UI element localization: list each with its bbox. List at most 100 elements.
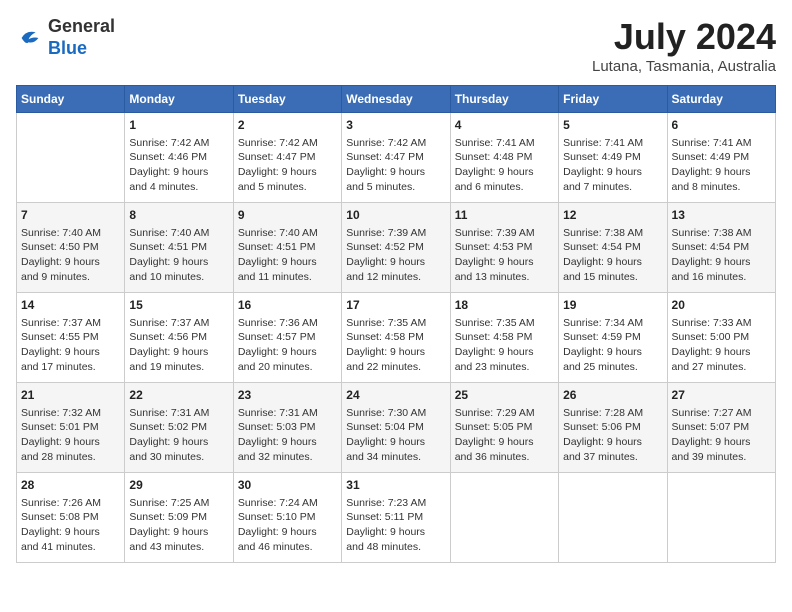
calendar-header: SundayMondayTuesdayWednesdayThursdayFrid… <box>17 86 776 113</box>
header-cell-tuesday: Tuesday <box>233 86 341 113</box>
calendar-cell: 26Sunrise: 7:28 AM Sunset: 5:06 PM Dayli… <box>559 383 667 473</box>
calendar-cell: 5 Sunrise: 7:41 AM Sunset: 4:49 PM Daylig… <box>559 113 667 203</box>
week-row-4: 21 Sunrise: 7:32 AM Sunset: 5:01 PM Dayli… <box>17 383 776 473</box>
day-info: Sunrise: 7:30 AM Sunset: 5:04 PM Dayligh… <box>346 406 445 465</box>
calendar-cell: 7 Sunrise: 7:40 AM Sunset: 4:50 PM Daylig… <box>17 203 125 293</box>
day-number: 23 <box>238 387 337 404</box>
calendar-cell: 9 Sunrise: 7:40 AM Sunset: 4:51 PM Daylig… <box>233 203 341 293</box>
calendar-cell: 22 Sunrise: 7:31 AM Sunset: 5:02 PM Dayli… <box>125 383 233 473</box>
day-info: Sunrise: 7:39 AM Sunset: 4:53 PM Dayligh… <box>455 226 554 285</box>
calendar-cell: 4Sunrise: 7:41 AM Sunset: 4:48 PM Daylig… <box>450 113 558 203</box>
day-number: 18 <box>455 297 554 314</box>
week-row-2: 7 Sunrise: 7:40 AM Sunset: 4:50 PM Daylig… <box>17 203 776 293</box>
calendar-cell: 21 Sunrise: 7:32 AM Sunset: 5:01 PM Dayli… <box>17 383 125 473</box>
day-number: 7 <box>21 207 120 224</box>
day-info: Sunrise: 7:38 AM Sunset: 4:54 PM Dayligh… <box>563 226 662 285</box>
day-info: Sunrise: 7:35 AM Sunset: 4:58 PM Dayligh… <box>346 316 445 375</box>
day-info: Sunrise: 7:40 AM Sunset: 4:50 PM Dayligh… <box>21 226 120 285</box>
day-info: Sunrise: 7:42 AM Sunset: 4:47 PM Dayligh… <box>346 136 445 195</box>
page-header: General Blue July 2024 Lutana, Tasmania,… <box>16 16 776 75</box>
header-cell-sunday: Sunday <box>17 86 125 113</box>
day-number: 19 <box>563 297 662 314</box>
day-info: Sunrise: 7:34 AM Sunset: 4:59 PM Dayligh… <box>563 316 662 375</box>
day-number: 8 <box>129 207 228 224</box>
day-number: 30 <box>238 477 337 494</box>
header-cell-saturday: Saturday <box>667 86 775 113</box>
day-number: 24 <box>346 387 445 404</box>
logo-blue: Blue <box>48 38 87 58</box>
day-number: 17 <box>346 297 445 314</box>
calendar-cell <box>17 113 125 203</box>
day-info: Sunrise: 7:35 AM Sunset: 4:58 PM Dayligh… <box>455 316 554 375</box>
calendar-cell: 29 Sunrise: 7:25 AM Sunset: 5:09 PM Dayli… <box>125 473 233 563</box>
calendar-cell: 19 Sunrise: 7:34 AM Sunset: 4:59 PM Dayli… <box>559 293 667 383</box>
day-info: Sunrise: 7:23 AM Sunset: 5:11 PM Dayligh… <box>346 496 445 555</box>
day-number: 29 <box>129 477 228 494</box>
calendar-cell: 31 Sunrise: 7:23 AM Sunset: 5:11 PM Dayli… <box>342 473 450 563</box>
calendar-cell: 13 Sunrise: 7:38 AM Sunset: 4:54 PM Dayli… <box>667 203 775 293</box>
calendar-cell: 1 Sunrise: 7:42 AM Sunset: 4:46 PM Daylig… <box>125 113 233 203</box>
day-info: Sunrise: 7:27 AM Sunset: 5:07 PM Dayligh… <box>672 406 771 465</box>
calendar-cell <box>450 473 558 563</box>
day-info: Sunrise: 7:41 AM Sunset: 4:49 PM Dayligh… <box>563 136 662 195</box>
day-info: Sunrise: 7:24 AM Sunset: 5:10 PM Dayligh… <box>238 496 337 555</box>
calendar-cell: 24 Sunrise: 7:30 AM Sunset: 5:04 PM Dayli… <box>342 383 450 473</box>
day-number: 13 <box>672 207 771 224</box>
header-cell-wednesday: Wednesday <box>342 86 450 113</box>
day-number: 1 <box>129 117 228 134</box>
calendar-cell: 2Sunrise: 7:42 AM Sunset: 4:47 PM Daylig… <box>233 113 341 203</box>
location: Lutana, Tasmania, Australia <box>592 58 776 75</box>
day-number: 28 <box>21 477 120 494</box>
calendar-cell: 18 Sunrise: 7:35 AM Sunset: 4:58 PM Dayli… <box>450 293 558 383</box>
week-row-5: 28Sunrise: 7:26 AM Sunset: 5:08 PM Dayli… <box>17 473 776 563</box>
day-info: Sunrise: 7:25 AM Sunset: 5:09 PM Dayligh… <box>129 496 228 555</box>
day-number: 21 <box>21 387 120 404</box>
day-info: Sunrise: 7:29 AM Sunset: 5:05 PM Dayligh… <box>455 406 554 465</box>
day-number: 4 <box>455 117 554 134</box>
day-number: 6 <box>672 117 771 134</box>
day-info: Sunrise: 7:33 AM Sunset: 5:00 PM Dayligh… <box>672 316 771 375</box>
logo-bird-icon <box>16 24 44 52</box>
day-info: Sunrise: 7:28 AM Sunset: 5:06 PM Dayligh… <box>563 406 662 465</box>
calendar-cell <box>667 473 775 563</box>
week-row-3: 14Sunrise: 7:37 AM Sunset: 4:55 PM Dayli… <box>17 293 776 383</box>
day-info: Sunrise: 7:41 AM Sunset: 4:49 PM Dayligh… <box>672 136 771 195</box>
day-info: Sunrise: 7:38 AM Sunset: 4:54 PM Dayligh… <box>672 226 771 285</box>
day-info: Sunrise: 7:39 AM Sunset: 4:52 PM Dayligh… <box>346 226 445 285</box>
calendar-cell: 15Sunrise: 7:37 AM Sunset: 4:56 PM Dayli… <box>125 293 233 383</box>
day-number: 5 <box>563 117 662 134</box>
calendar-cell <box>559 473 667 563</box>
day-number: 20 <box>672 297 771 314</box>
day-number: 22 <box>129 387 228 404</box>
day-number: 31 <box>346 477 445 494</box>
day-info: Sunrise: 7:31 AM Sunset: 5:02 PM Dayligh… <box>129 406 228 465</box>
month-title: July 2024 <box>592 16 776 58</box>
calendar-cell: 25 Sunrise: 7:29 AM Sunset: 5:05 PM Dayli… <box>450 383 558 473</box>
day-info: Sunrise: 7:42 AM Sunset: 4:46 PM Dayligh… <box>129 136 228 195</box>
week-row-1: 1 Sunrise: 7:42 AM Sunset: 4:46 PM Daylig… <box>17 113 776 203</box>
day-number: 12 <box>563 207 662 224</box>
day-info: Sunrise: 7:32 AM Sunset: 5:01 PM Dayligh… <box>21 406 120 465</box>
calendar-cell: 17 Sunrise: 7:35 AM Sunset: 4:58 PM Dayli… <box>342 293 450 383</box>
calendar-table: SundayMondayTuesdayWednesdayThursdayFrid… <box>16 85 776 563</box>
day-info: Sunrise: 7:40 AM Sunset: 4:51 PM Dayligh… <box>129 226 228 285</box>
header-cell-friday: Friday <box>559 86 667 113</box>
calendar-cell: 23 Sunrise: 7:31 AM Sunset: 5:03 PM Dayli… <box>233 383 341 473</box>
day-number: 25 <box>455 387 554 404</box>
calendar-cell: 16Sunrise: 7:36 AM Sunset: 4:57 PM Dayli… <box>233 293 341 383</box>
header-cell-monday: Monday <box>125 86 233 113</box>
day-info: Sunrise: 7:37 AM Sunset: 4:56 PM Dayligh… <box>129 316 228 375</box>
day-number: 16 <box>238 297 337 314</box>
calendar-cell: 6 Sunrise: 7:41 AM Sunset: 4:49 PM Daylig… <box>667 113 775 203</box>
calendar-cell: 11 Sunrise: 7:39 AM Sunset: 4:53 PM Dayli… <box>450 203 558 293</box>
calendar-cell: 27Sunrise: 7:27 AM Sunset: 5:07 PM Dayli… <box>667 383 775 473</box>
day-info: Sunrise: 7:37 AM Sunset: 4:55 PM Dayligh… <box>21 316 120 375</box>
day-info: Sunrise: 7:42 AM Sunset: 4:47 PM Dayligh… <box>238 136 337 195</box>
day-number: 11 <box>455 207 554 224</box>
day-info: Sunrise: 7:40 AM Sunset: 4:51 PM Dayligh… <box>238 226 337 285</box>
day-number: 9 <box>238 207 337 224</box>
day-info: Sunrise: 7:31 AM Sunset: 5:03 PM Dayligh… <box>238 406 337 465</box>
logo-general: General <box>48 16 115 36</box>
calendar-body: 1 Sunrise: 7:42 AM Sunset: 4:46 PM Daylig… <box>17 113 776 563</box>
logo-text: General Blue <box>48 16 115 59</box>
